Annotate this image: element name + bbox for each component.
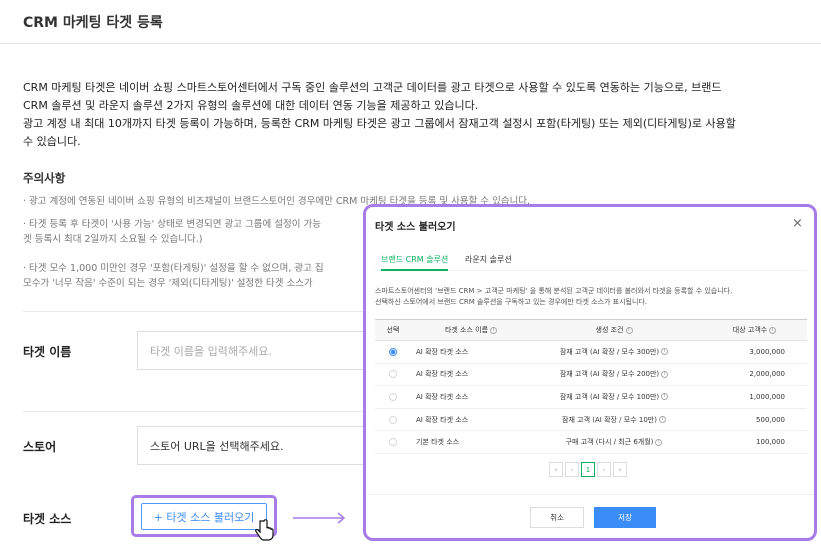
table-header-row: 선택 타겟 소스 이름 i 생성 조건 i 대상 고객수 i bbox=[375, 319, 807, 341]
info-icon[interactable]: i bbox=[490, 326, 498, 334]
target-name-placeholder: 타겟 이름을 입력해주세요. bbox=[150, 344, 272, 358]
desc-line: 광고 계정 내 최대 10개까지 타겟 등록이 가능하며, 등록한 CRM 마케… bbox=[23, 117, 736, 130]
col-header: 대상 고객수 i bbox=[702, 319, 807, 341]
tab-brand-crm[interactable]: 브랜드 CRM 솔루션 bbox=[381, 255, 449, 271]
target-source-modal: 타겟 소스 불러오기 × 브랜드 CRM 솔루션 라운지 솔루션 스마트스토어센… bbox=[363, 204, 817, 541]
page-title: CRM 마케팅 타겟 등록 bbox=[23, 15, 163, 31]
modal-description: 스마트스토어센터의 '브랜드 CRM > 고객군 마케팅' 을 통해 분석된 고… bbox=[375, 286, 814, 308]
table-row[interactable]: AI 확장 타겟 소스 잠재 고객 (AI 확장 / 모수 200만) i 2,0… bbox=[375, 363, 807, 387]
pagination: « ‹ 1 › » bbox=[549, 462, 627, 477]
modal-title: 타겟 소스 불러오기 bbox=[375, 222, 456, 233]
desc-line: 수 있습니다. bbox=[23, 135, 81, 148]
notice-item: · 타겟 등록 후 타겟이 '사용 가능' 상태로 변경되면 광고 그룹에 설정… bbox=[23, 219, 321, 230]
table-row[interactable]: AI 확장 타겟 소스 잠재 고객 (AI 확장 / 모수 300만) i 3,0… bbox=[375, 340, 807, 364]
source-name: AI 확장 타겟 소스 bbox=[411, 340, 526, 364]
notice-title: 주의사항 bbox=[23, 171, 66, 185]
row-radio[interactable] bbox=[389, 392, 397, 401]
source-count: 3,000,000 bbox=[702, 340, 807, 364]
source-count: 100,000 bbox=[702, 430, 807, 454]
col-header: 타겟 소스 이름 i bbox=[411, 319, 526, 341]
info-icon[interactable]: i bbox=[769, 326, 777, 334]
info-icon[interactable]: i bbox=[661, 393, 669, 401]
store-select[interactable]: 스토어 URL을 선택해주세요. bbox=[137, 426, 377, 465]
section-divider bbox=[23, 311, 368, 312]
source-condition: 잠재 고객 (AI 확장 / 모수 10만) bbox=[562, 415, 657, 424]
section-divider bbox=[23, 411, 368, 412]
table-row[interactable]: AI 확장 타겟 소스 잠재 고객 (AI 확장 / 모수 100만) i 1,0… bbox=[375, 385, 807, 409]
info-icon[interactable]: i bbox=[625, 326, 633, 334]
arrow-right-icon bbox=[293, 512, 346, 524]
col-header: 선택 bbox=[375, 319, 411, 341]
source-count: 500,000 bbox=[702, 408, 807, 432]
source-count: 1,000,000 bbox=[702, 385, 807, 409]
col-header-label: 타겟 소스 이름 bbox=[444, 326, 489, 334]
page-prev-button[interactable]: ‹ bbox=[565, 462, 579, 477]
title-divider bbox=[0, 43, 821, 44]
source-condition: 잠재 고객 (AI 확장 / 모수 300만) bbox=[559, 347, 660, 356]
crm-target-page: CRM 마케팅 타겟 등록 CRM 마케팅 타겟은 네이버 쇼핑 스마트스토어센… bbox=[0, 0, 821, 544]
modal-desc-line: 선택하신 스토어에서 브랜드 CRM 솔루션을 구독하고 있는 경우에만 타겟 … bbox=[375, 298, 648, 306]
modal-tabs: 브랜드 CRM 솔루션 라운지 솔루션 bbox=[375, 255, 807, 271]
info-icon[interactable]: i bbox=[661, 348, 669, 356]
hand-cursor-icon bbox=[255, 519, 274, 541]
page-description: CRM 마케팅 타겟은 네이버 쇼핑 스마트스토어센터에서 구독 중인 솔루션의… bbox=[23, 79, 793, 151]
source-name: AI 확장 타겟 소스 bbox=[411, 408, 526, 432]
source-condition: 잠재 고객 (AI 확장 / 모수 100만) bbox=[559, 392, 660, 401]
modal-footer-divider bbox=[366, 494, 814, 495]
col-header-label: 대상 고객수 bbox=[732, 326, 768, 334]
cancel-button[interactable]: 취소 bbox=[530, 507, 584, 528]
store-label: 스토어 bbox=[23, 440, 57, 454]
source-condition: 잠재 고객 (AI 확장 / 모수 200만) bbox=[559, 370, 660, 379]
row-radio[interactable] bbox=[389, 370, 397, 379]
desc-line: CRM 마케팅 타겟은 네이버 쇼핑 스마트스토어센터에서 구독 중인 솔루션의… bbox=[23, 81, 722, 94]
target-name-label: 타겟 이름 bbox=[23, 345, 72, 359]
table-row[interactable]: AI 확장 타겟 소스 잠재 고객 (AI 확장 / 모수 10만) i 500,… bbox=[375, 408, 807, 432]
info-icon[interactable]: i bbox=[661, 370, 669, 378]
modal-desc-line: 스마트스토어센터의 '브랜드 CRM > 고객군 마케팅' 을 통해 분석된 고… bbox=[375, 287, 733, 295]
info-icon[interactable]: i bbox=[655, 438, 663, 446]
col-header: 생성 조건 i bbox=[526, 319, 702, 341]
close-icon[interactable]: × bbox=[792, 216, 803, 231]
source-name: AI 확장 타겟 소스 bbox=[411, 385, 526, 409]
desc-line: CRM 솔루션 및 라운지 솔루션 2가지 유형의 솔루션에 대한 데이터 연동… bbox=[23, 99, 479, 112]
table-row[interactable]: 기본 타겟 소스 구매 고객 (다시 / 최근 6개월) i 100,000 bbox=[375, 430, 807, 454]
source-name: 기본 타겟 소스 bbox=[411, 430, 526, 454]
notice-item: 겟 등록시 최대 2일까지 소요될 수 있습니다.) bbox=[23, 234, 203, 245]
store-placeholder: 스토어 URL을 선택해주세요. bbox=[150, 439, 284, 453]
page-first-button[interactable]: « bbox=[549, 462, 563, 477]
info-icon[interactable]: i bbox=[658, 416, 666, 424]
row-radio[interactable] bbox=[389, 415, 397, 424]
save-button[interactable]: 저장 bbox=[594, 507, 656, 528]
row-radio[interactable] bbox=[389, 438, 397, 447]
page-next-button[interactable]: › bbox=[597, 462, 611, 477]
source-name: AI 확장 타겟 소스 bbox=[411, 363, 526, 387]
notice-item: · 타겟 모수 1,000 미만인 경우 '포함(타게팅)' 설정을 할 수 없… bbox=[23, 263, 324, 274]
col-header-label: 생성 조건 bbox=[595, 326, 624, 334]
target-source-label: 타겟 소스 bbox=[23, 512, 72, 526]
notice-item: 모수가 '너무 작음' 수준이 되는 경우 '제외(디타게팅)' 설정한 타겟 … bbox=[23, 278, 313, 289]
row-radio[interactable] bbox=[389, 347, 397, 356]
target-source-table: 선택 타겟 소스 이름 i 생성 조건 i 대상 고객수 i AI 확장 타겟 소스 … bbox=[375, 319, 807, 454]
source-count: 2,000,000 bbox=[702, 363, 807, 387]
source-condition: 구매 고객 (다시 / 최근 6개월) bbox=[565, 438, 654, 447]
tab-lounge[interactable]: 라운지 솔루션 bbox=[465, 255, 512, 271]
page-last-button[interactable]: » bbox=[613, 462, 627, 477]
page-current-button[interactable]: 1 bbox=[581, 462, 595, 477]
target-name-input[interactable]: 타겟 이름을 입력해주세요. bbox=[137, 331, 377, 370]
load-target-source-button[interactable]: + 타겟 소스 불러오기 bbox=[141, 503, 267, 530]
